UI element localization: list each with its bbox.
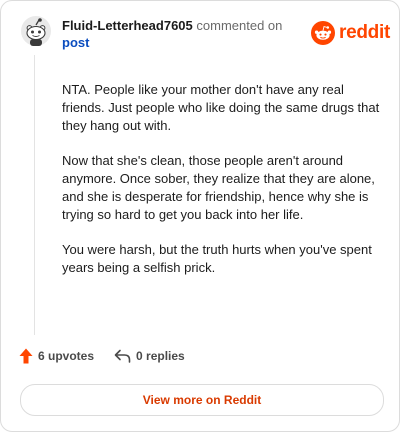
reply-count: 0 replies bbox=[136, 349, 185, 363]
comment-actions: 6 upvotes 0 replies bbox=[19, 348, 185, 364]
reply-arrow-icon bbox=[114, 349, 131, 363]
comment-thread-line bbox=[34, 55, 35, 335]
replies-button[interactable]: 0 replies bbox=[114, 349, 185, 363]
commented-on-label: commented on bbox=[196, 18, 283, 33]
upvote-arrow-icon bbox=[19, 348, 33, 364]
reddit-logo-icon bbox=[311, 21, 335, 45]
upvote-count: 6 upvotes bbox=[38, 349, 95, 363]
embedded-comment-card: Fluid-Letterhead7605 commented on post r… bbox=[0, 0, 400, 432]
username[interactable]: Fluid-Letterhead7605 bbox=[62, 18, 193, 33]
comment-paragraph: NTA. People like your mother don't have … bbox=[62, 82, 380, 133]
user-avatar[interactable] bbox=[21, 16, 51, 46]
snoo-avatar-icon bbox=[21, 16, 51, 46]
view-more-button[interactable]: View more on Reddit bbox=[20, 384, 384, 416]
upvote-button[interactable]: 6 upvotes bbox=[19, 348, 94, 364]
comment-header: Fluid-Letterhead7605 commented on post bbox=[62, 17, 298, 51]
reddit-wordmark: reddit bbox=[339, 22, 390, 43]
comment-text: NTA. People like your mother don't have … bbox=[62, 81, 380, 294]
reddit-logo[interactable]: reddit bbox=[311, 21, 390, 45]
comment-paragraph: Now that she's clean, those people aren'… bbox=[62, 153, 375, 222]
comment-paragraph: You were harsh, but the truth hurts when… bbox=[62, 242, 372, 275]
post-link[interactable]: post bbox=[62, 35, 89, 50]
